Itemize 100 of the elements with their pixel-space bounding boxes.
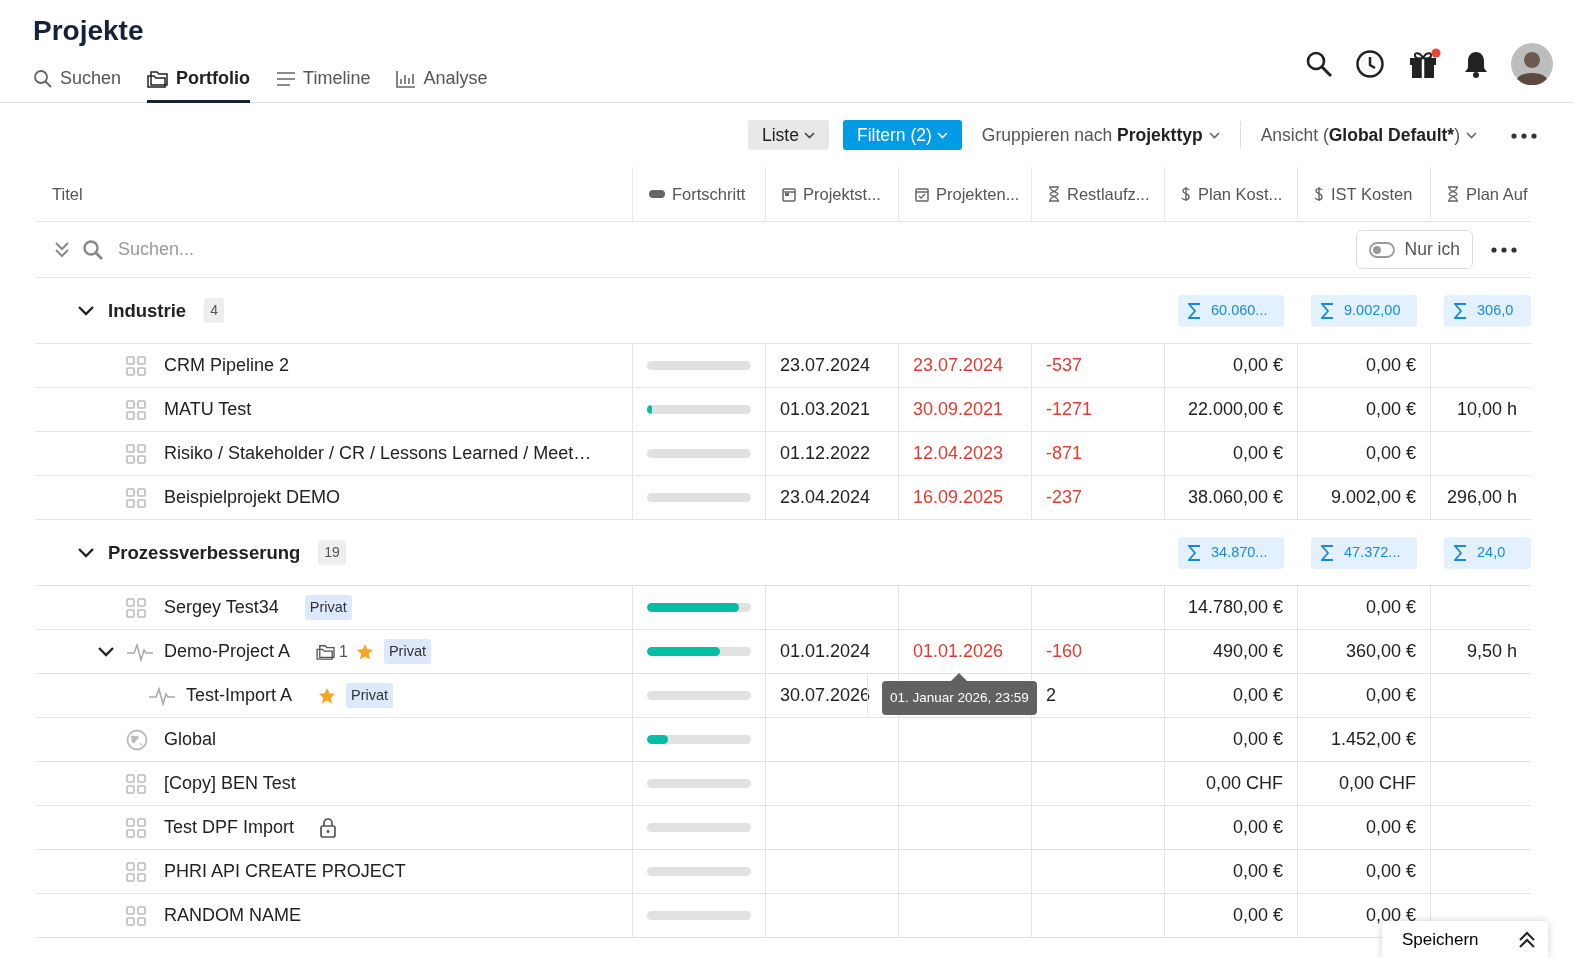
hourglass-icon	[1447, 186, 1459, 202]
actual-costs: 0,00 €	[1365, 442, 1416, 465]
plan-costs: 0,00 €	[1232, 860, 1283, 883]
only-me-toggle[interactable]: Nur ich	[1355, 230, 1473, 269]
sum-chip: 24,0	[1444, 536, 1531, 569]
sum-icon	[1188, 544, 1201, 561]
actual-costs: 0,00 €	[1365, 596, 1416, 619]
sum-chip: 60.060...	[1178, 294, 1284, 327]
start-date: 23.07.2024	[780, 354, 871, 377]
more-options-icon[interactable]	[1491, 247, 1517, 254]
column-header[interactable]: Fortschritt	[632, 167, 765, 221]
search-icon[interactable]	[1305, 49, 1333, 78]
remaining-days: 2	[1046, 682, 1056, 709]
plan-costs: 14.780,00 €	[1187, 596, 1283, 619]
actual-costs: 9.002,00 €	[1330, 486, 1416, 509]
expand-toggle-icon[interactable]	[78, 547, 94, 558]
remaining-days: -871	[1046, 440, 1083, 467]
project-title[interactable]: RANDOM NAME	[164, 902, 301, 929]
start-date: 01.03.2021	[780, 398, 871, 421]
sum-chip: 47.372...	[1311, 536, 1417, 569]
calendar-icon	[782, 186, 796, 202]
sum-chip: 34.870...	[1178, 536, 1284, 569]
end-date: 30.09.2021	[913, 398, 1004, 421]
actual-costs: 0,00 €	[1365, 684, 1416, 707]
start-date: 30.07.2026	[780, 684, 871, 707]
plan-costs: 0,00 €	[1232, 728, 1283, 751]
plan-costs: 490,00 €	[1212, 640, 1283, 663]
more-icon[interactable]	[1511, 133, 1537, 140]
sum-icon	[1321, 544, 1334, 561]
collapse-all-icon[interactable]	[54, 240, 70, 259]
list-view-button[interactable]: Liste	[748, 119, 829, 151]
project-title[interactable]: [Copy] BEN Test	[164, 770, 296, 797]
plan-effort: 10,00 h	[1456, 398, 1517, 421]
actual-costs: 1.452,00 €	[1330, 728, 1416, 751]
column-header[interactable]: Plan Kost...	[1164, 167, 1297, 221]
column-header[interactable]: Titel	[36, 167, 632, 221]
column-header[interactable]: IST Kosten	[1297, 167, 1430, 221]
project-title[interactable]: Demo-Project A	[164, 638, 291, 665]
sum-icon	[1321, 302, 1334, 319]
grid-icon	[126, 399, 146, 420]
actual-costs: 0,00 €	[1365, 398, 1416, 421]
tab[interactable]: Portfolio	[147, 55, 251, 103]
column-header[interactable]: Restlaufz...	[1031, 167, 1164, 221]
end-date: 16.09.2025	[913, 486, 1004, 509]
plan-effort: 296,00 h	[1446, 486, 1517, 509]
start-date: 01.12.2022	[780, 442, 871, 465]
expand-toggle-icon[interactable]	[98, 646, 114, 657]
actual-costs: 0,00 CHF	[1338, 772, 1416, 795]
dollar-icon	[1314, 186, 1324, 202]
plan-costs: 0,00 €	[1232, 354, 1283, 377]
clock-icon[interactable]	[1355, 48, 1385, 79]
gift-icon[interactable]	[1407, 47, 1441, 80]
start-date: 23.04.2024	[780, 486, 871, 509]
grid-icon	[126, 597, 146, 618]
calendar-check-icon	[915, 186, 929, 202]
project-title[interactable]: Risiko / Stakeholder / CR / Lessons Learned / Meet…	[164, 440, 592, 467]
avatar[interactable]	[1511, 42, 1553, 85]
actual-costs: 0,00 €	[1365, 816, 1416, 839]
grid-icon	[126, 861, 146, 882]
view-dropdown[interactable]: Ansicht (Global Default*)	[1254, 120, 1483, 150]
actual-costs: 0,00 €	[1365, 860, 1416, 883]
count-badge: 19	[318, 540, 346, 565]
pulse-icon	[126, 641, 154, 662]
actual-costs: 360,00 €	[1345, 640, 1416, 663]
project-title[interactable]: Beispielprojekt DEMO	[164, 484, 341, 511]
grid-icon	[126, 905, 146, 926]
sum-icon	[1454, 544, 1467, 561]
hourglass-icon	[1048, 186, 1060, 202]
tab[interactable]: Timeline	[276, 55, 371, 103]
group-title[interactable]: Prozessverbesserung	[108, 538, 301, 567]
expand-toggle-icon[interactable]	[78, 305, 94, 316]
tab[interactable]: Suchen	[33, 55, 122, 103]
end-date: 12.04.2023	[913, 442, 1004, 465]
project-title[interactable]: CRM Pipeline 2	[164, 352, 290, 379]
plan-costs: 0,00 €	[1232, 684, 1283, 707]
plan-costs: 0,00 €	[1232, 816, 1283, 839]
group-title[interactable]: Industrie	[108, 296, 187, 325]
project-title[interactable]: Sergey Test34	[164, 594, 279, 621]
save-panel[interactable]: Speichern	[1382, 921, 1548, 958]
grid-icon	[126, 487, 146, 508]
column-header[interactable]: Plan Auf	[1430, 167, 1531, 221]
caret-icon	[1208, 131, 1220, 139]
tab[interactable]: Analyse	[396, 55, 488, 103]
column-header[interactable]: Projekten...	[898, 167, 1031, 221]
group-by-dropdown[interactable]: Gruppieren nach Projekttyp	[975, 120, 1226, 150]
sum-icon	[1454, 302, 1467, 319]
caret-icon	[803, 131, 815, 139]
tag-icon	[649, 189, 665, 199]
sum-chip: 9.002,00	[1311, 294, 1417, 327]
project-title[interactable]: MATU Test	[164, 396, 252, 423]
project-title[interactable]: Test DPF Import	[164, 814, 295, 841]
project-title[interactable]: PHRI API CREATE PROJECT	[164, 858, 406, 885]
end-date: 23.07.2024	[913, 354, 1004, 377]
caret-icon	[1466, 131, 1477, 139]
search-icon	[33, 68, 53, 89]
project-title[interactable]: Test-Import A	[186, 682, 293, 709]
project-title[interactable]: Global	[164, 726, 217, 753]
column-header[interactable]: Projektst...	[765, 167, 898, 221]
sum-icon	[1188, 302, 1201, 319]
actual-costs: 0,00 €	[1365, 354, 1416, 377]
